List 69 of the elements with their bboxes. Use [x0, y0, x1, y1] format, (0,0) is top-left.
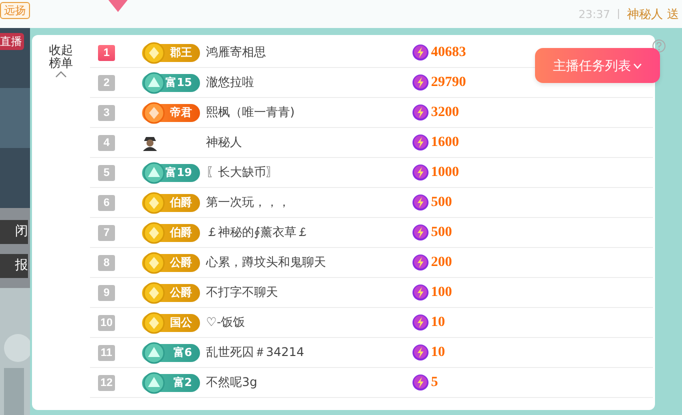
lightning-coin-icon — [412, 344, 429, 361]
score-value: 500 — [431, 194, 452, 210]
score-value: 5 — [431, 374, 438, 390]
score-value: 500 — [431, 224, 452, 240]
lightning-coin-icon — [412, 254, 429, 271]
user-name[interactable]: ♡-饭饭 — [206, 314, 412, 331]
rank-number: 1 — [98, 44, 115, 60]
chevron-up-icon[interactable] — [55, 70, 67, 78]
score-value: 100 — [431, 284, 452, 300]
user-name[interactable]: 〖长大缺币〗 — [206, 164, 412, 181]
rank-number: 4 — [98, 134, 115, 150]
rank-number: 9 — [98, 284, 115, 300]
lightning-coin-icon — [412, 104, 429, 121]
live-tag: 直播 — [0, 33, 24, 50]
rank-number: 5 — [98, 164, 115, 180]
chevron-down-icon — [633, 62, 642, 68]
user-name[interactable]: 乱世死囚＃34214 — [206, 344, 412, 361]
rank-number: 11 — [98, 344, 115, 360]
lightning-coin-icon — [412, 374, 429, 391]
user-name[interactable]: 第一次玩，，， — [206, 194, 412, 211]
help-icon[interactable] — [652, 39, 666, 53]
rank-number: 10 — [98, 314, 115, 330]
level-badge: 富19 — [142, 164, 200, 182]
user-name[interactable]: 不打字不聊天 — [206, 284, 412, 301]
lightning-coin-icon — [412, 134, 429, 151]
lightning-coin-icon — [412, 74, 429, 91]
level-badge: 富15 — [142, 74, 200, 92]
user-name[interactable]: 澈悠拉啦 — [206, 74, 412, 91]
user-name[interactable]: 心累，蹲坟头和鬼聊天 — [206, 254, 412, 271]
lightning-coin-icon — [412, 224, 429, 241]
level-badge: 富6 — [142, 344, 200, 362]
score-value: 3200 — [431, 104, 459, 120]
level-badge: 郡王 — [142, 44, 200, 62]
score-value: 1600 — [431, 134, 459, 150]
collapse-ranking-button[interactable]: 收起榜单 — [48, 44, 74, 70]
user-name[interactable]: ￡神秘的∮薰衣草￡ — [206, 224, 412, 241]
side-label[interactable]: 报 — [0, 254, 28, 278]
lightning-coin-icon — [412, 164, 429, 181]
score-value: 10 — [431, 314, 445, 330]
level-badge: 公爵 — [142, 284, 200, 302]
rank-number: 3 — [98, 104, 115, 120]
rank-number: 7 — [98, 224, 115, 240]
user-name[interactable]: 不然呢3g — [206, 374, 412, 391]
level-badge: 国公 — [142, 314, 200, 332]
level-badge: 帝君 — [142, 104, 200, 122]
score-value: 10 — [431, 344, 445, 360]
level-badge: 伯爵 — [142, 194, 200, 212]
level-badge: 公爵 — [142, 254, 200, 272]
lightning-coin-icon — [412, 284, 429, 301]
user-name[interactable]: 鸿雁寄相思 — [206, 44, 412, 61]
side-label[interactable]: 闭 — [0, 220, 28, 244]
lightning-coin-icon — [412, 194, 429, 211]
score-value: 29790 — [431, 74, 466, 90]
user-tag: 远扬 — [0, 2, 30, 19]
rank-number: 8 — [98, 254, 115, 270]
user-name[interactable]: 熙枫（唯一青青) — [206, 104, 412, 121]
score-value: 200 — [431, 254, 452, 270]
rank-number: 12 — [98, 374, 115, 390]
rank-number: 6 — [98, 194, 115, 210]
rank-number: 2 — [98, 74, 115, 90]
hooded-figure-icon — [142, 134, 158, 151]
lightning-coin-icon — [412, 314, 429, 331]
level-badge: 伯爵 — [142, 224, 200, 242]
score-value: 1000 — [431, 164, 459, 180]
level-badge: 富2 — [142, 374, 200, 392]
score-value: 40683 — [431, 44, 466, 60]
lightning-coin-icon — [412, 44, 429, 61]
gift-message: 神秘人 送 — [627, 6, 679, 22]
user-name[interactable]: 神秘人 — [206, 134, 412, 151]
